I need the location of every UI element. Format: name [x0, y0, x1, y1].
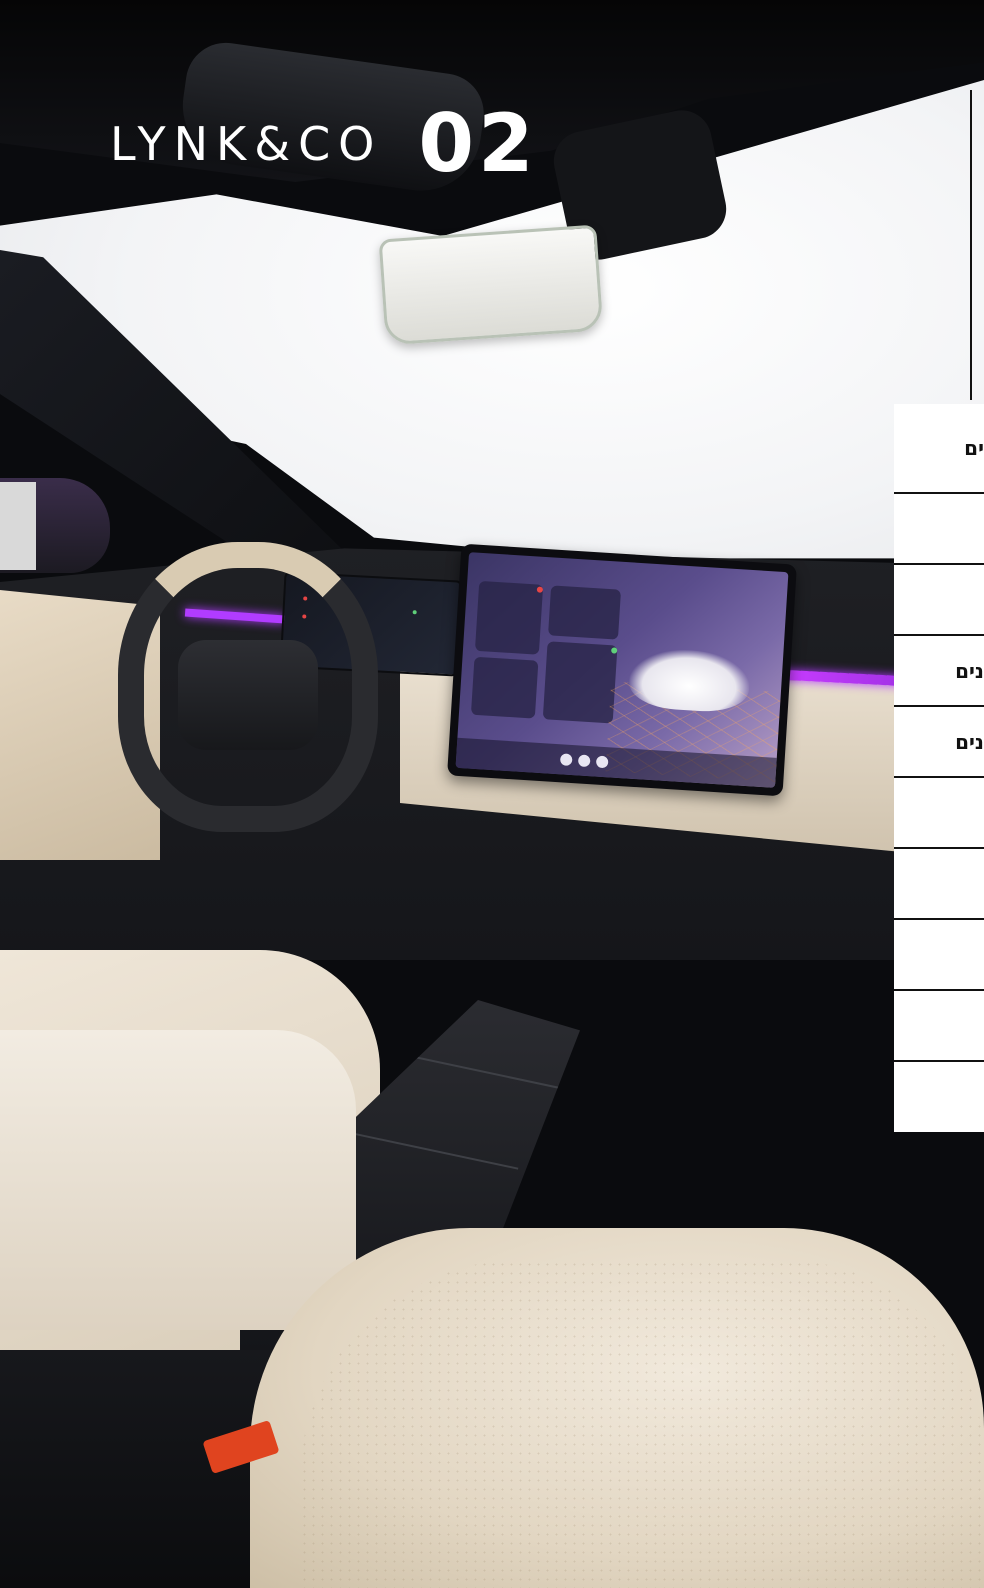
screen-tile [548, 585, 622, 640]
console-seam [351, 1132, 519, 1170]
car-interior-photo [0, 0, 984, 1588]
screen-tile [474, 580, 544, 655]
infotainment-screen-icon [447, 543, 797, 797]
spec-row[interactable]: נים [894, 707, 984, 778]
brand-wordmark: LYNK&CO [110, 117, 383, 171]
window-frame-edge [970, 90, 972, 400]
spec-row[interactable] [894, 991, 984, 1062]
cluster-indicator [412, 610, 417, 615]
screen-tile [470, 656, 539, 719]
rearview-mirror [378, 224, 604, 346]
spec-row[interactable] [894, 849, 984, 920]
spec-row[interactable] [894, 778, 984, 849]
spec-row-label: ים [964, 436, 984, 460]
spec-row[interactable]: ים [894, 404, 984, 494]
dock-button [595, 755, 609, 769]
spec-row[interactable] [894, 920, 984, 991]
dock-button [559, 753, 573, 767]
hero-stage: LYNK&CO 02 ים נים נים [0, 0, 984, 1588]
steering-wheel-hub [178, 640, 318, 750]
spec-row[interactable] [894, 494, 984, 565]
spec-row[interactable] [894, 565, 984, 636]
brand-logo: LYNK&CO 02 [110, 104, 538, 184]
model-name: 02 [418, 97, 538, 190]
dock-button [577, 754, 591, 768]
spec-row-label: נים [955, 729, 984, 754]
seat-perforation [300, 1260, 984, 1588]
console-seam [391, 1051, 569, 1091]
screen-tile [542, 641, 618, 724]
spec-row[interactable] [894, 1062, 984, 1132]
spec-list-panel: ים נים נים [894, 404, 984, 1132]
spec-row[interactable]: נים [894, 636, 984, 707]
armrest [0, 1030, 356, 1330]
spec-row-label: נים [955, 658, 984, 683]
infotainment-display [455, 552, 789, 788]
side-mirror-glass [0, 482, 36, 570]
